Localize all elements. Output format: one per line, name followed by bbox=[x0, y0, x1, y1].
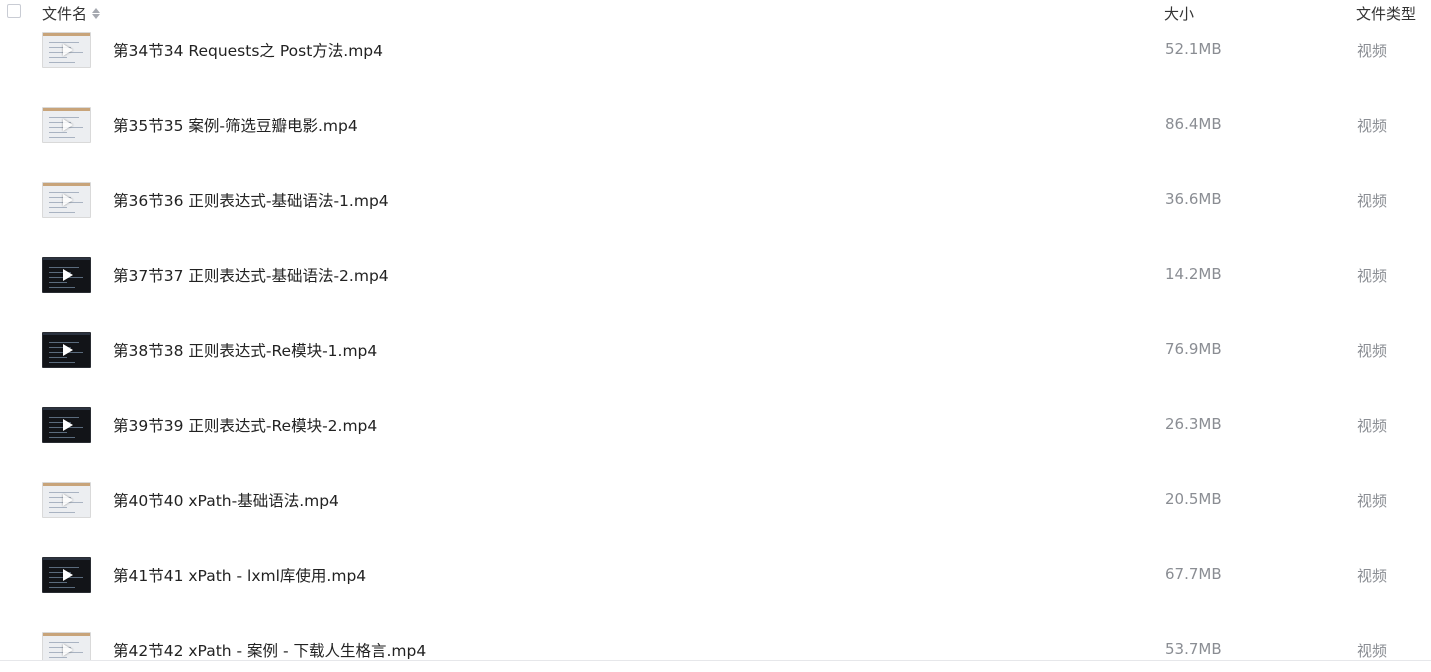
play-icon bbox=[62, 119, 73, 131]
file-type: 视频 bbox=[1357, 642, 1388, 660]
sort-icon[interactable] bbox=[91, 6, 101, 22]
file-size: 26.3MB bbox=[1165, 415, 1222, 433]
file-size: 53.7MB bbox=[1165, 640, 1222, 658]
file-size: 52.1MB bbox=[1165, 40, 1222, 58]
file-name[interactable]: 第41节41 xPath - lxml库使用.mp4 bbox=[113, 564, 366, 586]
video-thumbnail[interactable] bbox=[42, 107, 91, 143]
video-thumbnail[interactable] bbox=[42, 182, 91, 218]
play-icon bbox=[62, 494, 73, 506]
file-row[interactable]: 第35节35 案例-筛选豆瓣电影.mp4 86.4MB 视频 bbox=[0, 87, 1431, 162]
file-name[interactable]: 第35节35 案例-筛选豆瓣电影.mp4 bbox=[113, 114, 358, 136]
file-row[interactable]: 第41节41 xPath - lxml库使用.mp4 67.7MB 视频 bbox=[0, 537, 1431, 612]
list-header: 文件名 大小 文件类型 bbox=[0, 0, 1431, 26]
file-type: 视频 bbox=[1357, 417, 1388, 435]
file-rows: 第34节34 Requests之 Post方法.mp4 52.1MB 视频 第35节3… bbox=[0, 12, 1431, 672]
file-name[interactable]: 第37节37 正则表达式-基础语法-2.mp4 bbox=[113, 264, 389, 286]
file-type: 视频 bbox=[1357, 117, 1388, 135]
column-header-name[interactable]: 文件名 bbox=[42, 3, 101, 24]
play-icon bbox=[62, 419, 73, 431]
file-type: 视频 bbox=[1357, 567, 1388, 585]
file-name[interactable]: 第42节42 xPath - 案例 - 下载人生格言.mp4 bbox=[113, 639, 426, 661]
file-type: 视频 bbox=[1357, 342, 1388, 360]
column-header-name-label: 文件名 bbox=[42, 5, 88, 23]
file-size: 20.5MB bbox=[1165, 490, 1222, 508]
file-name[interactable]: 第34节34 Requests之 Post方法.mp4 bbox=[113, 39, 383, 61]
play-icon bbox=[62, 569, 73, 581]
file-type: 视频 bbox=[1357, 192, 1388, 210]
file-row[interactable]: 第38节38 正则表达式-Re模块-1.mp4 76.9MB 视频 bbox=[0, 312, 1431, 387]
file-row[interactable]: 第36节36 正则表达式-基础语法-1.mp4 36.6MB 视频 bbox=[0, 162, 1431, 237]
column-header-type[interactable]: 文件类型 bbox=[1356, 3, 1416, 24]
video-thumbnail[interactable] bbox=[42, 257, 91, 293]
file-name[interactable]: 第36节36 正则表达式-基础语法-1.mp4 bbox=[113, 189, 389, 211]
video-thumbnail[interactable] bbox=[42, 557, 91, 593]
play-icon bbox=[62, 194, 73, 206]
play-icon bbox=[62, 44, 73, 56]
play-icon bbox=[62, 344, 73, 356]
play-icon bbox=[62, 269, 73, 281]
file-name[interactable]: 第38节38 正则表达式-Re模块-1.mp4 bbox=[113, 339, 377, 361]
file-type: 视频 bbox=[1357, 492, 1388, 510]
video-thumbnail[interactable] bbox=[42, 332, 91, 368]
file-name[interactable]: 第39节39 正则表达式-Re模块-2.mp4 bbox=[113, 414, 377, 436]
play-icon bbox=[62, 644, 73, 656]
file-row[interactable]: 第40节40 xPath-基础语法.mp4 20.5MB 视频 bbox=[0, 462, 1431, 537]
file-size: 14.2MB bbox=[1165, 265, 1222, 283]
file-type: 视频 bbox=[1357, 42, 1388, 60]
bottom-fill bbox=[0, 661, 1431, 672]
file-type: 视频 bbox=[1357, 267, 1388, 285]
file-row[interactable]: 第39节39 正则表达式-Re模块-2.mp4 26.3MB 视频 bbox=[0, 387, 1431, 462]
column-header-size[interactable]: 大小 bbox=[1164, 3, 1194, 24]
select-all-checkbox[interactable] bbox=[7, 4, 21, 18]
video-thumbnail[interactable] bbox=[42, 32, 91, 68]
video-thumbnail[interactable] bbox=[42, 407, 91, 443]
video-thumbnail[interactable] bbox=[42, 482, 91, 518]
file-size: 76.9MB bbox=[1165, 340, 1222, 358]
file-size: 36.6MB bbox=[1165, 190, 1222, 208]
file-size: 67.7MB bbox=[1165, 565, 1222, 583]
file-name[interactable]: 第40节40 xPath-基础语法.mp4 bbox=[113, 489, 339, 511]
file-list-page: 文件名 大小 文件类型 第34节34 Requests之 Post方法.mp4 5… bbox=[0, 0, 1431, 672]
file-size: 86.4MB bbox=[1165, 115, 1222, 133]
file-row[interactable]: 第37节37 正则表达式-基础语法-2.mp4 14.2MB 视频 bbox=[0, 237, 1431, 312]
